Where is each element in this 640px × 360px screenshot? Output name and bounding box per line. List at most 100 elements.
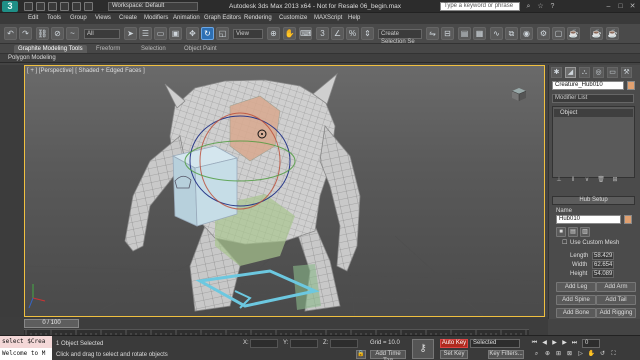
hub-box-object[interactable] [171,145,239,227]
menu-create[interactable]: Create [119,14,137,23]
display-tab-icon[interactable]: ▭ [607,67,618,78]
tab-graphite-modeling-tools[interactable]: Graphite Modeling Tools [14,45,87,53]
undo-tool-icon[interactable]: ↶ [4,27,17,40]
curve-editor-icon[interactable]: ∿ [490,27,503,40]
pivot-center-icon[interactable]: ⊕ [267,27,280,40]
zoom-icon[interactable]: ⌕ [532,350,541,358]
search-input[interactable]: Type a keyword or phrase [440,2,520,11]
maxscript-listener-input[interactable]: select $Crea [0,336,52,348]
select-move-icon[interactable]: ✥ [186,27,199,40]
set-key-button[interactable]: Set Key [440,350,468,359]
angle-snap-icon[interactable]: ∠ [331,27,344,40]
link-icon[interactable]: ⛓ [36,27,49,40]
rectangular-selection-icon[interactable]: ▭ [154,27,167,40]
add-time-tag-button[interactable]: Add Time Tag [370,350,406,360]
utilities-tab-icon[interactable]: ⚒ [621,67,632,78]
show-end-result-icon[interactable]: ‖ [568,177,578,184]
select-by-name-icon[interactable]: ☰ [139,27,152,40]
material-editor-icon[interactable]: ◉ [520,27,533,40]
previous-frame-icon[interactable]: ◀ [540,339,549,347]
menu-customize[interactable]: Customize [279,14,307,23]
create-tab-icon[interactable]: ✱ [551,67,562,78]
set-key-icon[interactable]: ⚷ [412,339,434,359]
select-object-icon[interactable]: ➤ [124,27,137,40]
app-logo-icon[interactable]: 3 [2,1,18,12]
hub-paste-icon[interactable]: ▥ [580,227,590,237]
add-bone-button[interactable]: Add Bone [556,308,596,318]
menu-views[interactable]: Views [95,14,111,23]
z-coordinate-field[interactable] [330,339,358,348]
help-icon[interactable]: ? [548,2,557,11]
rendered-frame-window-icon[interactable]: ▢ [552,27,565,40]
selection-filter-dropdown[interactable]: All [84,29,120,39]
render-production-icon[interactable]: ☕ [567,27,580,40]
pin-stack-icon[interactable]: ⊥ [554,177,564,184]
maximize-viewport-icon[interactable]: ⛶ [609,350,618,358]
project-folder-icon[interactable] [84,2,93,11]
star-icon[interactable]: ☆ [536,2,545,11]
go-to-start-icon[interactable]: ⏮ [530,339,539,347]
menu-rendering[interactable]: Rendering [244,14,272,23]
length-spinner[interactable]: 58.429 [592,252,614,260]
hub-setup-rollout[interactable]: Hub Setup [552,196,635,205]
orbit-icon[interactable]: ↺ [598,350,607,358]
reference-coordinate-dropdown[interactable]: View [233,29,263,39]
hierarchy-tab-icon[interactable]: ⛬ [579,67,590,78]
go-to-end-icon[interactable]: ⏭ [570,339,579,347]
keyboard-shortcut-icon[interactable]: ⌨ [299,27,312,40]
width-spinner[interactable]: 62.654 [592,261,614,269]
select-manipulate-icon[interactable]: ✋ [283,27,296,40]
close-icon[interactable]: ✕ [628,2,637,11]
viewcube-icon[interactable] [510,86,528,102]
make-unique-icon[interactable]: ∨ [582,177,592,184]
open-file-icon[interactable] [36,2,45,11]
zoom-extents-icon[interactable]: ⊞ [554,350,563,358]
hub-name-field[interactable]: Hub010 [556,215,621,224]
redo-tool-icon[interactable]: ↷ [19,27,32,40]
activeshade-icon[interactable]: ☕ [606,27,619,40]
new-file-icon[interactable] [24,2,33,11]
layer-manager-icon[interactable]: ▤ [458,27,471,40]
render-iterative-icon[interactable]: ☕ [590,27,603,40]
undo-icon[interactable] [60,2,69,11]
percent-snap-icon[interactable]: % [346,27,359,40]
motion-tab-icon[interactable]: ◎ [593,67,604,78]
menu-group[interactable]: Group [70,14,87,23]
height-spinner[interactable]: 54.089 [592,270,614,278]
modify-tab-icon[interactable]: ◢ [565,67,576,78]
select-scale-icon[interactable]: ◱ [216,27,229,40]
pan-icon[interactable]: ✋ [587,350,596,358]
hub-copy-icon[interactable]: ▤ [568,227,578,237]
zoom-extents-all-icon[interactable]: ⊠ [565,350,574,358]
hub-color-swatch[interactable] [624,215,632,224]
redo-icon[interactable] [72,2,81,11]
key-selection-dropdown[interactable]: Selected [470,339,520,348]
perspective-viewport[interactable]: [ + ] [Perspective] [ Shaded + Edged Fac… [24,65,545,317]
menu-animation[interactable]: Animation [173,14,200,23]
bind-space-warp-icon[interactable]: ~ [66,27,79,40]
stack-item-object[interactable]: Object [554,109,633,117]
menu-edit[interactable]: Edit [28,14,38,23]
tab-object-paint[interactable]: Object Paint [184,45,217,53]
add-spine-button[interactable]: Add Spine [556,295,596,305]
snaps-toggle-icon[interactable]: 3 [316,27,329,40]
unlink-icon[interactable]: ⊘ [51,27,64,40]
add-tail-button[interactable]: Add Tail [596,295,636,305]
use-custom-mesh-checkbox[interactable]: ☐ [562,240,567,247]
mirror-icon[interactable]: ⇋ [426,27,439,40]
hub-mesh-icon[interactable]: ■ [556,227,566,237]
x-coordinate-field[interactable] [250,339,278,348]
spinner-snap-icon[interactable]: ⇕ [361,27,374,40]
object-color-swatch[interactable] [627,81,635,90]
key-filters-button[interactable]: Key Filters... [488,350,524,359]
minimize-icon[interactable]: – [604,2,613,11]
play-icon[interactable]: ▶ [550,339,559,347]
modifier-list-dropdown[interactable]: Modifier List [552,94,634,103]
ribbon-panel-label[interactable]: Polygon Modeling [8,54,56,63]
add-leg-button[interactable]: Add Leg [556,282,596,292]
add-arm-button[interactable]: Add Arm [596,282,636,292]
binoculars-icon[interactable]: ⌕ [524,2,533,11]
workspace-dropdown[interactable]: Workspace: Default [108,2,198,11]
next-frame-icon[interactable]: ▶ [560,339,569,347]
object-name-field[interactable]: Creature_Hub010 [552,81,624,90]
